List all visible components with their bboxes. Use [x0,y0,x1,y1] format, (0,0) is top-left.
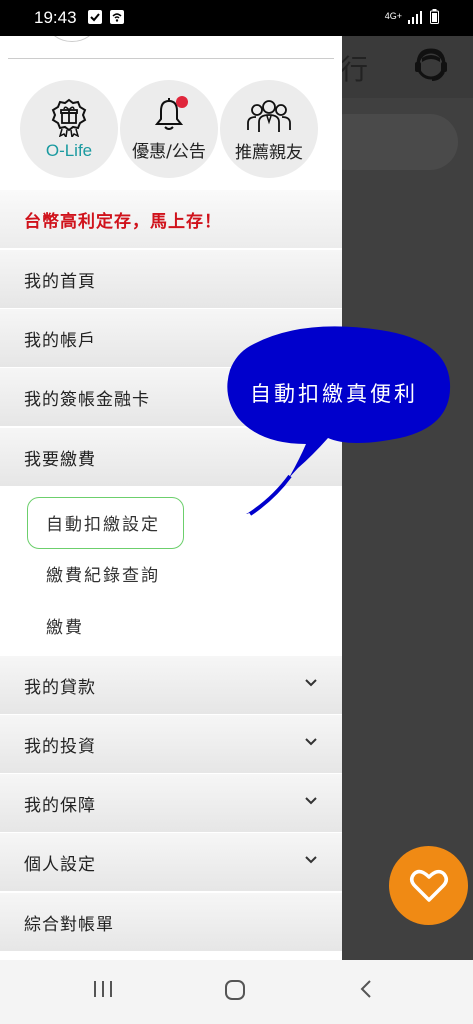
status-time: 19:43 [34,8,77,27]
wifi-icon [110,10,124,24]
back-icon[interactable] [356,978,376,1000]
check-notification-icon [88,10,102,24]
menu-item-settings[interactable]: 個人設定 [0,833,342,891]
callout-bubble [227,326,451,516]
menu-item-label: 我的保障 [24,795,96,816]
network-type: 4G+ [384,11,402,21]
quick-action-label: O-Life [45,141,93,160]
home-icon[interactable] [223,978,247,1002]
menu-item-label: 我的投資 [24,736,96,757]
menu-item-label: 我的貸款 [24,677,96,698]
battery-icon [430,9,439,24]
gift-badge-icon [51,98,87,137]
callout-text: 自動扣繳真便利 [250,382,418,406]
background-title: 行 [340,53,369,86]
chevron-down-icon [305,738,317,746]
menu-item-label: 個人設定 [24,854,96,875]
notification-dot [176,96,188,108]
status-bar: 19:43 4G+ [0,0,473,36]
drawer-avatar-edge [48,36,96,42]
menu-item-loans[interactable]: 我的貸款 [0,656,342,714]
divider [8,58,334,59]
chevron-down-icon [305,797,317,805]
recent-apps-icon[interactable] [92,978,114,1000]
people-icon [247,99,291,132]
submenu-item-pay[interactable]: 繳費 [46,613,84,638]
signal-icon [408,10,422,24]
menu-item-statement[interactable]: 綜合對帳單 [0,893,342,951]
promo-banner-link[interactable]: 台幣高利定存，馬上存！ [0,190,342,248]
quick-actions: O-Life 優惠/公告 推薦親友 [20,80,318,178]
submenu-item-payment-history[interactable]: 繳費紀錄查詢 [46,561,160,586]
quick-action-referral[interactable]: 推薦親友 [220,80,318,178]
customer-service-icon[interactable] [410,44,452,86]
favorite-fab[interactable] [389,846,468,925]
menu-item-investments[interactable]: 我的投資 [0,715,342,773]
chevron-down-icon [305,856,317,864]
system-nav-bar [0,960,473,1024]
chevron-down-icon [305,679,317,687]
quick-action-label: 推薦親友 [235,142,303,163]
quick-action-offers[interactable]: 優惠/公告 [120,80,218,178]
submenu-item-auto-debit[interactable]: 自動扣繳設定 [46,510,160,535]
quick-action-olife[interactable]: O-Life [20,80,118,178]
menu-item-home[interactable]: 我的首頁 [0,250,342,308]
menu-item-insurance[interactable]: 我的保障 [0,774,342,832]
heart-icon [409,869,448,902]
quick-action-label: 優惠/公告 [132,141,206,162]
